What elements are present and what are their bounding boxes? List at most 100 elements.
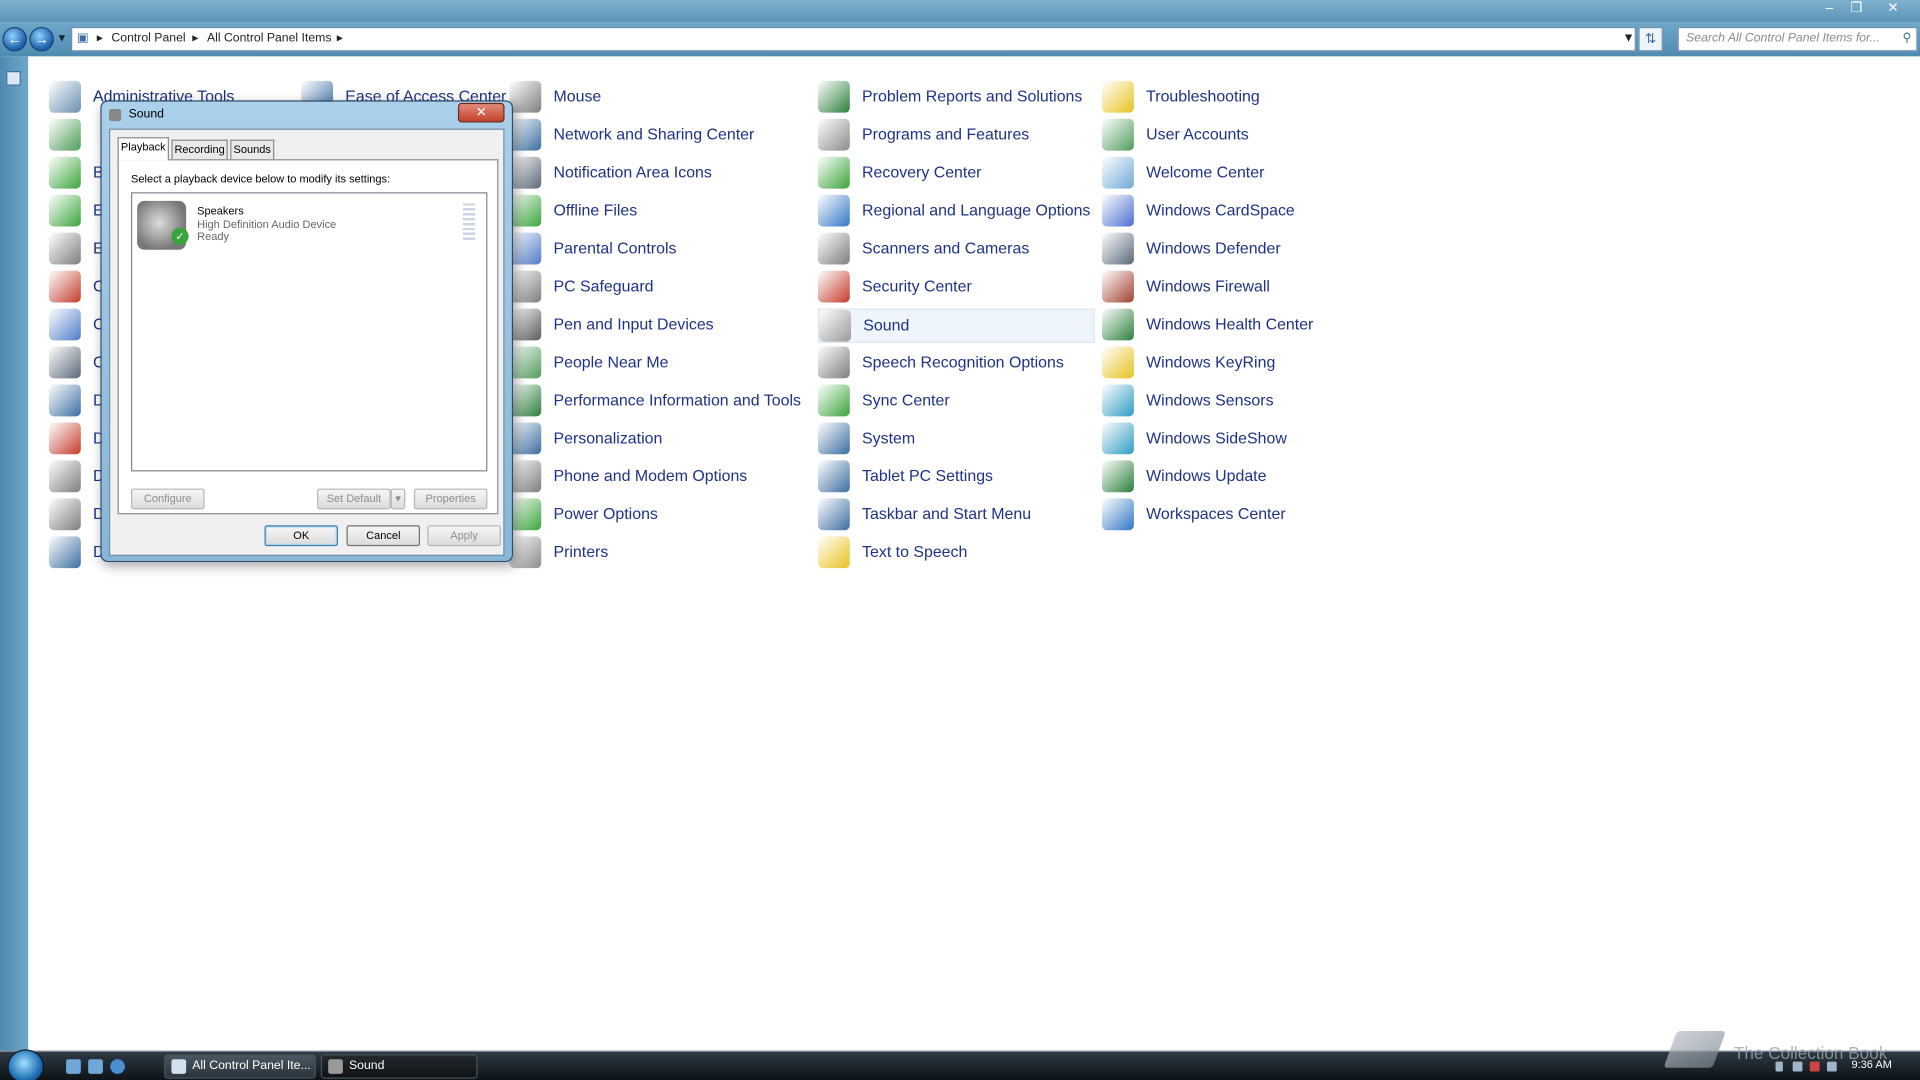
cp-item-regional-and-language-options[interactable]: Regional and Language Options: [817, 194, 1100, 229]
cp-item-windows-cardspace[interactable]: Windows CardSpace: [1102, 194, 1384, 229]
cp-item-sound[interactable]: Sound: [817, 308, 1095, 343]
cp-item-people-near-me[interactable]: People Near Me: [509, 346, 791, 381]
search-input[interactable]: Search All Control Panel Items for... ⚲: [1677, 26, 1918, 52]
pen-and-input-devices-icon: [509, 308, 542, 341]
cp-item-label: Security Center: [862, 276, 972, 296]
cp-item-sync-center[interactable]: Sync Center: [817, 384, 1100, 418]
speech-recognition-options-icon: [817, 346, 850, 379]
tab-sounds[interactable]: Sounds: [230, 139, 275, 160]
cp-item-workspaces-center[interactable]: Workspaces Center: [1102, 498, 1384, 532]
cp-item-windows-sensors[interactable]: Windows Sensors: [1102, 384, 1384, 418]
left-item-icon[interactable]: [48, 384, 81, 417]
cp-item-problem-reports-and-solutions[interactable]: Problem Reports and Solutions: [817, 80, 1100, 115]
tab-recording[interactable]: Recording: [171, 139, 228, 160]
cp-item-pc-safeguard[interactable]: PC Safeguard: [509, 270, 791, 305]
cp-item-windows-update[interactable]: Windows Update: [1102, 460, 1384, 494]
cp-item-recovery-center[interactable]: Recovery Center: [817, 156, 1100, 191]
dialog-close-button[interactable]: ✕: [457, 102, 505, 123]
cp-item-label: Windows Health Center: [1146, 314, 1314, 334]
switch-windows-icon[interactable]: [88, 1059, 103, 1074]
breadcrumb-chevron-icon[interactable]: ▸: [97, 28, 103, 50]
task-pane-icon[interactable]: [6, 71, 21, 86]
cp-item-security-center[interactable]: Security Center: [817, 270, 1100, 305]
cp-item-personalization[interactable]: Personalization: [509, 422, 791, 456]
cp-item-phone-and-modem-options[interactable]: Phone and Modem Options: [509, 460, 791, 494]
set-default-button[interactable]: Set Default: [317, 488, 391, 510]
cp-item-label: Windows Sensors: [1146, 390, 1274, 409]
cp-item-speech-recognition-options[interactable]: Speech Recognition Options: [817, 346, 1100, 381]
pc-safeguard-icon: [509, 270, 542, 303]
cp-item-notification-area-icons[interactable]: Notification Area Icons: [509, 156, 791, 191]
breadcrumb-all-items[interactable]: All Control Panel Items: [207, 28, 332, 50]
start-button[interactable]: [7, 1049, 45, 1080]
breadcrumb-chevron-icon[interactable]: ▸: [337, 28, 343, 50]
cp-item-network-and-sharing-center[interactable]: Network and Sharing Center: [509, 118, 791, 153]
system-icon: [817, 422, 850, 455]
taskbar-button-control-panel[interactable]: All Control Panel Ite...: [164, 1054, 316, 1079]
cp-item-windows-health-center[interactable]: Windows Health Center: [1102, 308, 1384, 343]
left-item-icon[interactable]: [48, 80, 81, 113]
cp-item-pen-and-input-devices[interactable]: Pen and Input Devices: [509, 308, 791, 343]
show-desktop-icon[interactable]: [66, 1059, 81, 1074]
tab-playback[interactable]: Playback: [117, 137, 169, 161]
cp-item-scanners-and-cameras[interactable]: Scanners and Cameras: [817, 232, 1100, 267]
left-item-icon[interactable]: [48, 308, 81, 341]
cp-item-windows-keyring[interactable]: Windows KeyRing: [1102, 346, 1384, 381]
cp-item-user-accounts[interactable]: User Accounts: [1102, 118, 1384, 153]
breadcrumb-chevron-icon[interactable]: ▸: [192, 28, 198, 50]
cp-item-power-options[interactable]: Power Options: [509, 498, 791, 532]
tray-volume-icon[interactable]: [1826, 1061, 1837, 1072]
cp-item-troubleshooting[interactable]: Troubleshooting: [1102, 80, 1384, 115]
left-item-icon[interactable]: [48, 270, 81, 303]
ok-button[interactable]: OK: [264, 525, 338, 547]
left-item-icon[interactable]: [48, 346, 81, 379]
control-panel-icon: ▣: [77, 31, 89, 46]
dialog-title: Sound: [128, 107, 164, 122]
tray-power-icon[interactable]: [1809, 1061, 1820, 1072]
properties-button[interactable]: Properties: [413, 488, 488, 510]
cp-item-welcome-center[interactable]: Welcome Center: [1102, 156, 1384, 191]
cp-item-printers[interactable]: Printers: [509, 536, 791, 570]
left-item-icon[interactable]: [48, 460, 81, 493]
left-item-icon[interactable]: [48, 118, 81, 151]
cp-item-windows-firewall[interactable]: Windows Firewall: [1102, 270, 1384, 305]
forward-button[interactable]: →: [29, 26, 54, 52]
cancel-button[interactable]: Cancel: [346, 525, 421, 547]
cp-item-tablet-pc-settings[interactable]: Tablet PC Settings: [817, 460, 1100, 494]
device-list[interactable]: ✓ Speakers High Definition Audio Device …: [131, 192, 488, 472]
address-bar[interactable]: ▣ ▸ Control Panel ▸ All Control Panel It…: [71, 26, 1636, 52]
tray-network-icon[interactable]: [1792, 1061, 1803, 1072]
left-item-icon[interactable]: [48, 422, 81, 455]
taskbar-button-sound[interactable]: Sound: [320, 1054, 478, 1079]
restore-button[interactable]: ❐: [1844, 0, 1868, 17]
cp-item-programs-and-features[interactable]: Programs and Features: [817, 118, 1100, 153]
breadcrumb-control-panel[interactable]: Control Panel: [111, 28, 185, 50]
cp-item-windows-defender[interactable]: Windows Defender: [1102, 232, 1384, 267]
apply-button[interactable]: Apply: [427, 525, 501, 547]
recent-pages-dropdown-icon[interactable]: ▼: [56, 32, 67, 44]
configure-button[interactable]: Configure: [131, 488, 205, 510]
internet-explorer-icon[interactable]: [110, 1059, 125, 1074]
left-item-icon[interactable]: [48, 156, 81, 189]
tray-chevron-icon[interactable]: [1775, 1061, 1783, 1072]
back-button[interactable]: ←: [2, 26, 27, 52]
cp-item-windows-sideshow[interactable]: Windows SideShow: [1102, 422, 1384, 456]
left-item-icon[interactable]: [48, 194, 81, 227]
windows-update-icon: [1102, 460, 1134, 493]
cp-item-text-to-speech[interactable]: Text to Speech: [817, 536, 1100, 570]
search-icon[interactable]: ⚲: [1902, 28, 1911, 50]
refresh-icon[interactable]: ⇅: [1638, 26, 1663, 52]
cp-item-taskbar-and-start-menu[interactable]: Taskbar and Start Menu: [817, 498, 1100, 532]
close-button[interactable]: ✕: [1881, 0, 1905, 17]
cp-item-performance-information-and-tools[interactable]: Performance Information and Tools: [509, 384, 801, 418]
left-item-icon[interactable]: [48, 498, 81, 531]
left-item-icon[interactable]: [48, 232, 81, 265]
cp-item-parental-controls[interactable]: Parental Controls: [509, 232, 791, 267]
left-item-icon[interactable]: [48, 536, 81, 569]
minimize-button[interactable]: –: [1817, 0, 1841, 17]
cp-item-system[interactable]: System: [817, 422, 1100, 456]
cp-item-offline-files[interactable]: Offline Files: [509, 194, 791, 229]
set-default-dropdown-icon[interactable]: ▾: [390, 488, 406, 510]
address-dropdown-icon[interactable]: ▼: [1622, 28, 1634, 50]
cp-item-mouse[interactable]: Mouse: [509, 80, 791, 115]
